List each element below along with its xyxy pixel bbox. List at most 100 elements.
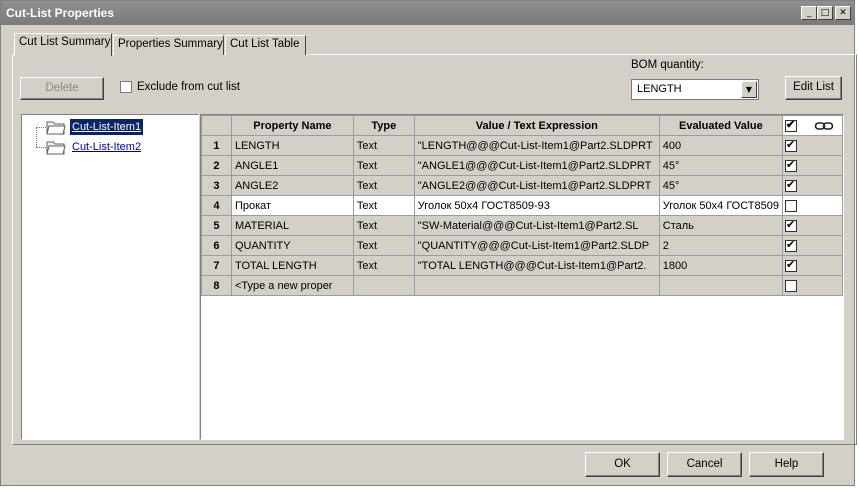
minimize-button[interactable]: _ xyxy=(801,6,817,20)
link-cell[interactable] xyxy=(782,215,843,236)
row-number: 6 xyxy=(201,235,232,256)
row-number: 7 xyxy=(201,255,232,276)
table-row[interactable]: 8 <Type a new proper xyxy=(201,275,843,296)
evaluated-value-cell[interactable] xyxy=(658,275,784,296)
link-cell[interactable] xyxy=(782,235,843,256)
evaluated-value-cell[interactable]: 45° xyxy=(658,155,784,176)
evaluated-value-cell[interactable]: 1800 xyxy=(658,255,784,276)
tree-connector xyxy=(36,147,46,148)
table-row[interactable]: 6 QUANTITY Text "QUANTITY@@@Cut-List-Item1@… xyxy=(201,235,843,256)
link-checkbox[interactable] xyxy=(785,279,797,292)
link-checkbox[interactable] xyxy=(785,258,797,272)
evaluated-value-cell[interactable]: 45° xyxy=(658,175,784,196)
evaluated-value-cell[interactable]: Уголок 50x4 ГОСТ8509 xyxy=(658,195,784,216)
property-name-cell[interactable]: ANGLE1 xyxy=(230,155,354,176)
row-number: 4 xyxy=(201,195,232,216)
tree-item-label[interactable]: Cut-List-Item2 xyxy=(70,139,143,155)
value-cell[interactable]: "TOTAL LENGTH@@@Cut-List-Item1@Part2. xyxy=(413,255,660,276)
folder-icon xyxy=(46,121,66,135)
window-title: Cut-List Properties xyxy=(6,6,115,20)
table-row[interactable]: 7 TOTAL LENGTH Text "TOTAL LENGTH@@@Cut-Lis… xyxy=(201,255,843,276)
bom-quantity-select[interactable]: LENGTH ▼ xyxy=(631,79,759,100)
link-checkbox[interactable] xyxy=(785,138,797,152)
value-cell[interactable] xyxy=(413,275,660,296)
property-name-cell[interactable]: LENGTH xyxy=(230,135,354,156)
value-cell[interactable]: "SW-Material@@@Cut-List-Item1@Part2.SL xyxy=(413,215,660,236)
link-cell[interactable] xyxy=(782,255,843,276)
tree-item-label[interactable]: Cut-List-Item1 xyxy=(70,119,144,135)
row-number: 8 xyxy=(201,275,232,296)
property-name-cell[interactable]: ANGLE2 xyxy=(230,175,354,196)
tree-connector xyxy=(36,127,37,147)
row-number: 5 xyxy=(201,215,232,236)
value-cell[interactable]: "ANGLE1@@@Cut-List-Item1@Part2.SLDPRT xyxy=(413,155,660,176)
ok-button[interactable]: OK xyxy=(585,452,660,477)
link-cell[interactable] xyxy=(782,155,843,176)
type-cell[interactable]: Text xyxy=(352,175,415,196)
properties-table: Property Name Type Value / Text Expressi… xyxy=(201,115,843,296)
property-name-cell[interactable]: Прокат xyxy=(230,195,354,216)
table-row[interactable]: 1 LENGTH Text "LENGTH@@@Cut-List-Item1@Part… xyxy=(201,135,843,156)
property-name-cell[interactable]: MATERIAL xyxy=(230,215,354,236)
property-name-cell[interactable]: TOTAL LENGTH xyxy=(230,255,354,276)
value-cell[interactable]: "ANGLE2@@@Cut-List-Item1@Part2.SLDPRT xyxy=(413,175,660,196)
value-cell[interactable]: Уголок 50x4 ГОСТ8509-93 xyxy=(413,195,660,216)
row-number: 2 xyxy=(201,155,232,176)
chevron-down-icon[interactable]: ▼ xyxy=(741,81,757,98)
close-button[interactable]: ✕ xyxy=(835,6,851,20)
maximize-button[interactable]: □ xyxy=(817,6,833,20)
type-cell[interactable]: Text xyxy=(352,255,415,276)
link-cell[interactable] xyxy=(782,175,843,196)
link-cell[interactable] xyxy=(782,275,843,296)
table-row[interactable]: 2 ANGLE1 Text "ANGLE1@@@Cut-List-Item1@Part… xyxy=(201,155,843,176)
link-checkbox[interactable] xyxy=(785,178,797,192)
tree-connector xyxy=(36,127,46,128)
property-name-cell[interactable]: QUANTITY xyxy=(230,235,354,256)
help-button[interactable]: Help xyxy=(749,452,824,477)
type-cell[interactable]: Text xyxy=(352,135,415,156)
column-header-link[interactable] xyxy=(782,115,843,136)
delete-button[interactable]: Delete xyxy=(20,77,104,100)
type-cell[interactable]: Text xyxy=(352,195,415,216)
evaluated-value-cell[interactable]: Сталь xyxy=(658,215,784,236)
type-cell[interactable]: Text xyxy=(352,235,415,256)
value-cell[interactable]: "QUANTITY@@@Cut-List-Item1@Part2.SLDP xyxy=(413,235,660,256)
table-row[interactable]: 3 ANGLE2 Text "ANGLE2@@@Cut-List-Item1@Part… xyxy=(201,175,843,196)
tab-properties-summary[interactable]: Properties Summary xyxy=(113,35,224,55)
link-cell[interactable] xyxy=(782,195,843,216)
link-cell[interactable] xyxy=(782,135,843,156)
exclude-from-cut-list-checkbox[interactable] xyxy=(120,81,132,93)
title-bar[interactable]: Cut-List Properties _ □ ✕ xyxy=(1,1,854,25)
tab-cut-list-table[interactable]: Cut List Table xyxy=(225,35,306,55)
link-checkbox[interactable] xyxy=(785,238,797,252)
bom-quantity-value: LENGTH xyxy=(637,83,682,95)
corner-header xyxy=(201,115,232,136)
bom-quantity-label: BOM quantity: xyxy=(631,59,704,71)
table-row[interactable]: 4 Прокат Text Уголок 50x4 ГОСТ8509-93 Уголок… xyxy=(201,195,843,216)
cancel-button[interactable]: Cancel xyxy=(667,452,742,477)
value-cell[interactable]: "LENGTH@@@Cut-List-Item1@Part2.SLDPRT xyxy=(413,135,660,156)
type-cell[interactable]: Text xyxy=(352,215,415,236)
type-cell[interactable] xyxy=(352,275,415,296)
tab-cut-list-summary[interactable]: Cut List Summary xyxy=(14,33,112,56)
column-header-type[interactable]: Type xyxy=(352,115,415,136)
table-row[interactable]: 5 MATERIAL Text "SW-Material@@@Cut-List-Ite… xyxy=(201,215,843,236)
exclude-from-cut-list-label: Exclude from cut list xyxy=(137,81,240,93)
column-header-evaluated-value[interactable]: Evaluated Value xyxy=(658,115,784,136)
column-header-property-name[interactable]: Property Name xyxy=(230,115,354,136)
row-number: 1 xyxy=(201,135,232,156)
evaluated-value-cell[interactable]: 2 xyxy=(658,235,784,256)
edit-list-button[interactable]: Edit List xyxy=(785,76,842,100)
property-name-cell[interactable]: <Type a new proper xyxy=(230,275,354,296)
link-checkbox[interactable] xyxy=(785,158,797,172)
evaluated-value-cell[interactable]: 400 xyxy=(658,135,784,156)
link-checkbox[interactable] xyxy=(785,218,797,232)
header-checkbox[interactable] xyxy=(785,118,797,132)
column-header-value[interactable]: Value / Text Expression xyxy=(413,115,660,136)
folder-icon xyxy=(46,141,66,155)
link-checkbox[interactable] xyxy=(785,199,797,212)
cut-list-properties-dialog: Cut-List Properties _ □ ✕ Cut List Summa… xyxy=(0,0,857,486)
cut-list-tree[interactable]: Cut-List-Item1 Cut-List-Item2 xyxy=(21,114,199,440)
type-cell[interactable]: Text xyxy=(352,155,415,176)
properties-grid[interactable]: Property Name Type Value / Text Expressi… xyxy=(200,114,844,440)
